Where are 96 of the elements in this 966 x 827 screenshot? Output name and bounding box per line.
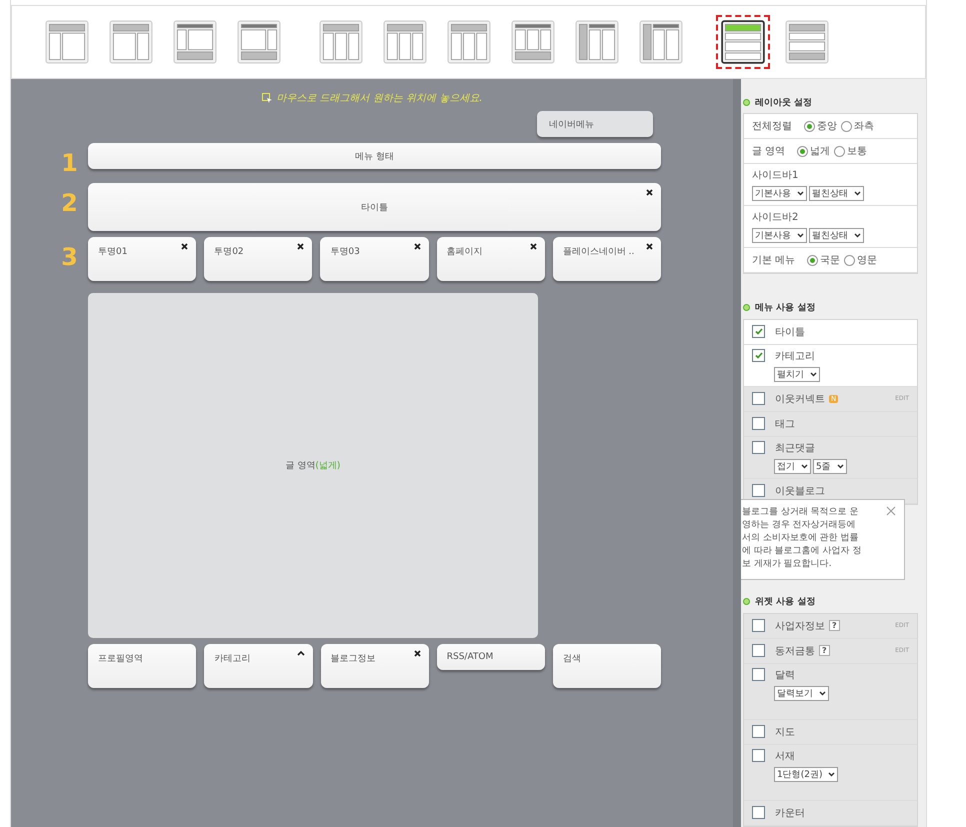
widget-block[interactable]: 투명01 (88, 237, 196, 281)
layout-thumbnail-icon (237, 20, 281, 64)
close-icon[interactable] (181, 243, 188, 250)
checkbox[interactable] (752, 806, 765, 820)
dropdown[interactable]: 펼치기 (774, 366, 820, 382)
dropdown[interactable]: 달력보기 (774, 686, 829, 701)
dropdown[interactable]: 펼친상태 (809, 186, 864, 202)
setting-label: 기본 메뉴 (752, 254, 796, 268)
caret-down-icon (854, 233, 861, 238)
caret-down-icon (828, 772, 836, 777)
setting-item: 카운터 (744, 800, 917, 826)
widget-block[interactable]: 타이틀 (88, 183, 661, 231)
help-button[interactable]: ? (829, 620, 840, 632)
radio-option[interactable]: 중앙 (804, 119, 837, 134)
caret-down-icon (819, 690, 826, 696)
checkbox[interactable] (752, 417, 765, 430)
checkbox[interactable] (752, 392, 765, 406)
caret-down-icon (797, 191, 804, 196)
widget-block[interactable]: 메뉴 형태 (88, 143, 661, 169)
layout-thumbnail-icon (511, 20, 555, 64)
layout-thumbnail-icon (173, 20, 217, 64)
caret-up-icon[interactable] (296, 650, 304, 656)
widget-block[interactable]: 프로필영역 (88, 644, 196, 688)
dropdown[interactable]: 기본사용 (752, 228, 807, 244)
setting-item: 최근댓글 접기 5줄 (744, 436, 917, 479)
setting-item: 달력 달력보기 (744, 664, 917, 720)
caret-down-icon (854, 191, 861, 196)
content-area: 글 영역(넓게) (88, 293, 538, 638)
checkbox[interactable] (752, 325, 765, 338)
checkbox[interactable] (752, 749, 765, 762)
widget-block[interactable]: 검색 (552, 644, 661, 688)
widget-block[interactable]: RSS/ATOM (436, 644, 545, 670)
checkbox[interactable] (752, 349, 765, 362)
checkmark-icon (754, 328, 762, 336)
setting-label: 전체정렬 (752, 120, 792, 134)
dropdown[interactable]: 1단형(2권) (774, 766, 838, 782)
widget-block[interactable]: 투명03 (320, 237, 429, 281)
close-icon[interactable] (414, 650, 421, 657)
checkbox[interactable] (752, 644, 765, 658)
caret-down-icon (801, 464, 808, 469)
radio-option[interactable]: 국문 (807, 253, 840, 268)
radio-option[interactable]: 좌측 (841, 119, 874, 134)
layout-thumbnail-icon (639, 20, 683, 64)
layout-option[interactable] (716, 15, 770, 69)
setting-label: 사이드바1 (752, 169, 798, 182)
close-icon[interactable] (646, 189, 653, 196)
checkbox[interactable] (752, 484, 765, 498)
widget-block[interactable]: 블로그정보 (320, 644, 429, 688)
checkmark-icon (754, 352, 762, 360)
layout-thumbnail-icon (785, 20, 829, 64)
help-button[interactable]: ? (819, 645, 830, 656)
layout-thumbnail-icon (575, 20, 619, 64)
dropdown[interactable]: 펼친상태 (809, 228, 864, 244)
close-icon[interactable] (530, 243, 537, 250)
dropdown[interactable]: 기본사용 (752, 186, 807, 202)
checkbox[interactable] (752, 725, 765, 738)
section-title: 메뉴 사용 설정 (743, 300, 926, 315)
layout-thumbnail-icon (383, 20, 427, 64)
widget-block[interactable]: 홈페이지 (436, 237, 545, 281)
widget-block[interactable]: 카테고리 (204, 644, 312, 688)
setting-item: 태그 (744, 412, 917, 437)
layout-thumbnail-icon (447, 20, 491, 64)
checkbox[interactable] (752, 619, 765, 632)
radio-option[interactable]: 보통 (834, 144, 868, 158)
setting-item: 서재 1단형(2권) (744, 744, 917, 801)
setting-item: 지도 (744, 720, 917, 745)
checkbox[interactable] (752, 668, 765, 682)
layout-thumbnail-icon (45, 20, 89, 64)
setting-item: 카테고리 펼치기 (744, 344, 917, 387)
row-number: 1 (60, 148, 79, 177)
row-number: 3 (60, 242, 79, 271)
caret-down-icon (836, 464, 844, 469)
setting-label: 사이드바2 (752, 211, 798, 224)
cursor-icon (262, 92, 273, 104)
dropdown[interactable]: 접기 (774, 458, 811, 474)
caret-down-icon (810, 372, 817, 377)
widget-block[interactable]: 네이버메뉴 (537, 111, 653, 137)
layout-thumbnail-icon (721, 20, 765, 64)
section-title: 위젯 사용 설정 (743, 594, 926, 609)
layout-thumbnail-icon (319, 20, 363, 64)
dropdown[interactable]: 5줄 (813, 458, 847, 474)
radio-option[interactable]: 넓게 (797, 144, 830, 158)
radio-option[interactable]: 영문 (844, 253, 878, 268)
row-number: 2 (60, 188, 79, 217)
close-icon[interactable] (646, 243, 654, 250)
layout-thumbnail-icon (109, 20, 153, 64)
caret-down-icon (797, 233, 804, 238)
widget-block[interactable]: 투명02 (204, 237, 312, 281)
hint-text: 마우스로 드래그해서 원하는 위치에 놓으세요. (276, 92, 482, 105)
close-icon[interactable] (414, 243, 421, 250)
tooltip: 블로그를 상거래 목적으로 운영하는 경우 전자상거래등에서의 소비자보호에 관한 법률에 따라 블로그홈에 사업자 정보 게재가 필요합니다. (741, 499, 905, 580)
close-icon[interactable] (297, 243, 304, 250)
section-title: 레이아웃 설정 (743, 95, 926, 110)
setting-label: 글 영역 (752, 145, 786, 158)
widget-block[interactable]: 플레이스네이버 .. (552, 237, 662, 281)
checkbox[interactable] (752, 441, 765, 454)
